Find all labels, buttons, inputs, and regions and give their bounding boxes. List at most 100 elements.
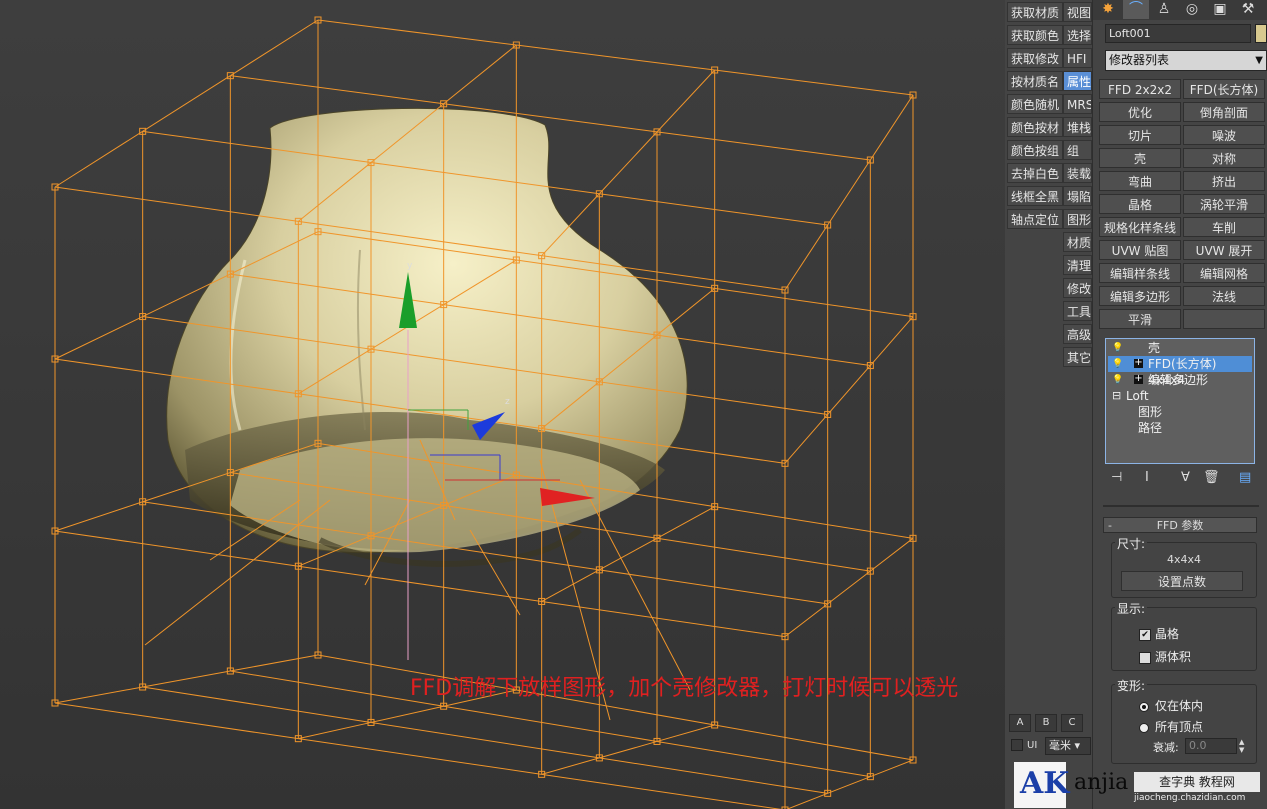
stack-item[interactable]: 💡 + 编辑多边形 <box>1108 372 1252 388</box>
expand-icon[interactable]: + <box>1134 374 1143 384</box>
only-in-volume-radio[interactable]: 仅在体内 <box>1139 697 1203 714</box>
script-button-right[interactable]: 视图 <box>1063 2 1092 22</box>
light-bulb-icon[interactable]: 💡 <box>1112 340 1123 356</box>
stack-item[interactable]: 💡 + FFD(长方体) 4x4x4 <box>1108 356 1252 387</box>
make-unique-icon[interactable]: ∀ <box>1181 470 1190 485</box>
modifier-button[interactable]: UVW 贴图 <box>1099 240 1181 260</box>
lattice-line <box>869 94 914 161</box>
script-button-right[interactable]: 图形 <box>1063 209 1092 229</box>
script-button-left[interactable]: 颜色随机 <box>1007 94 1063 114</box>
light-bulb-icon[interactable]: 💡 <box>1112 356 1123 372</box>
unit-select[interactable]: 毫米 ▾ <box>1045 737 1091 755</box>
script-button-right[interactable]: 清理 <box>1063 255 1092 275</box>
lattice-line <box>656 69 716 133</box>
modify-tab-icon[interactable]: ⌒ <box>1123 0 1149 19</box>
modifier-button[interactable]: 倒角剖面 <box>1183 102 1265 122</box>
light-bulb-icon[interactable]: 💡 <box>1112 372 1123 388</box>
tab-c[interactable]: C <box>1061 714 1083 732</box>
loft-object[interactable] <box>166 107 688 567</box>
ui-checkbox[interactable]: UI <box>1011 739 1037 751</box>
lattice-line <box>230 19 319 77</box>
script-button-left[interactable]: 颜色按组 <box>1007 140 1063 160</box>
tab-b[interactable]: B <box>1035 714 1057 732</box>
script-button-right[interactable]: 装载 <box>1063 163 1092 183</box>
script-button-left[interactable]: 获取材质 <box>1007 2 1063 22</box>
script-button-right[interactable]: 其它 <box>1063 347 1092 367</box>
script-button-left[interactable]: 获取颜色 <box>1007 25 1063 45</box>
tab-a[interactable]: A <box>1009 714 1031 732</box>
rollout-title: FFD 参数 <box>1156 519 1204 532</box>
modifier-stack[interactable]: 💡 壳 💡 + FFD(长方体) 4x4x4 💡 + 编辑多边形 ⊟ Loft 图形 路径 <box>1105 338 1255 464</box>
modifier-button[interactable]: 车削 <box>1183 217 1265 237</box>
ffd-params-rollout-header[interactable]: - FFD 参数 <box>1103 517 1257 533</box>
modifier-button[interactable]: 编辑网格 <box>1183 263 1265 283</box>
modifier-button[interactable]: 晶格 <box>1099 194 1181 214</box>
modifier-button[interactable]: FFD 2x2x2 <box>1099 79 1181 99</box>
stack-item[interactable]: 💡 壳 <box>1108 340 1252 356</box>
script-button-right[interactable]: 修改 <box>1063 278 1092 298</box>
script-button-left[interactable]: 获取修改 <box>1007 48 1063 68</box>
stack-item[interactable]: 图形 <box>1108 404 1252 420</box>
create-tab-icon[interactable]: ✸ <box>1095 0 1121 19</box>
modifier-button[interactable]: 挤出 <box>1183 171 1265 191</box>
lattice-checkbox[interactable]: ✔ 晶格 <box>1139 625 1179 642</box>
source-volume-checkbox[interactable]: 源体积 <box>1139 648 1191 665</box>
modifier-button[interactable]: UVW 展开 <box>1183 240 1265 260</box>
modifier-list-dropdown[interactable]: 修改器列表 ▼ <box>1105 50 1267 71</box>
script-button-right[interactable]: 塌陷 <box>1063 186 1092 206</box>
script-button-right[interactable]: HFI <box>1063 48 1092 68</box>
script-button-right[interactable]: 高级 <box>1063 324 1092 344</box>
collapse-icon[interactable]: ⊟ <box>1112 388 1121 404</box>
script-button-left[interactable]: 线框全黑 <box>1007 186 1063 206</box>
script-button-right[interactable]: 属性 <box>1063 71 1092 91</box>
script-button-left[interactable]: 按材质名 <box>1007 71 1063 91</box>
show-end-result-icon[interactable]: Ⅰ <box>1145 470 1149 485</box>
remove-modifier-icon[interactable]: 🗑 <box>1203 470 1220 485</box>
script-button-right[interactable]: 工具 <box>1063 301 1092 321</box>
script-button-right[interactable]: 组 <box>1063 140 1092 160</box>
object-name-field[interactable]: Loft001 <box>1105 24 1251 43</box>
hierarchy-tab-icon[interactable]: ♙ <box>1151 0 1177 19</box>
modifier-button[interactable]: 规格化样条线 <box>1099 217 1181 237</box>
modifier-button[interactable]: 编辑样条线 <box>1099 263 1181 283</box>
stack-item[interactable]: 路径 <box>1108 420 1252 436</box>
modifier-button[interactable]: 法线 <box>1183 286 1265 306</box>
configure-sets-icon[interactable]: ▤ <box>1239 470 1251 485</box>
falloff-input[interactable]: 0.0 <box>1185 738 1237 754</box>
script-button-left[interactable]: 颜色按材 <box>1007 117 1063 137</box>
lattice-line <box>656 506 715 539</box>
modifier-button[interactable] <box>1183 309 1265 329</box>
motion-tab-icon[interactable]: ◎ <box>1179 0 1205 19</box>
display-tab-icon[interactable]: ▣ <box>1207 0 1233 19</box>
script-button-right[interactable]: 堆栈 <box>1063 117 1092 137</box>
script-button-right[interactable]: 材质 <box>1063 232 1092 252</box>
script-button-left[interactable]: 轴点定位 <box>1007 209 1063 229</box>
modifier-button[interactable]: 弯曲 <box>1099 171 1181 191</box>
modifier-button[interactable]: FFD(长方体) <box>1183 79 1265 99</box>
set-points-button[interactable]: 设置点数 <box>1121 571 1243 591</box>
falloff-spinner[interactable]: ▲ ▼ <box>1239 738 1244 754</box>
modifier-button[interactable]: 对称 <box>1183 148 1265 168</box>
script-button-left[interactable]: 去掉白色 <box>1007 163 1063 183</box>
pin-stack-icon[interactable]: ⊣ <box>1111 470 1122 485</box>
modifier-button[interactable]: 切片 <box>1099 125 1181 145</box>
script-button-right[interactable]: MRS <box>1063 94 1092 114</box>
lattice-line <box>541 600 786 638</box>
expand-icon[interactable]: + <box>1134 358 1143 368</box>
object-color-swatch[interactable] <box>1255 24 1267 43</box>
modifier-button[interactable]: 平滑 <box>1099 309 1181 329</box>
watermark: AK anjia 查字典 教程网 jiaocheng.chazidian.com <box>1014 762 1264 808</box>
modifier-button[interactable]: 涡轮平滑 <box>1183 194 1265 214</box>
all-vertices-radio[interactable]: 所有顶点 <box>1139 718 1203 735</box>
modifier-button[interactable]: 编辑多边形 <box>1099 286 1181 306</box>
stack-item-label: 图形 <box>1138 405 1163 419</box>
stack-item[interactable]: ⊟ Loft <box>1108 388 1252 404</box>
viewport-perspective[interactable]: y z FFD调解下放样图形，加个壳修改器，打灯时候可以透光 <box>0 0 1005 809</box>
modifier-button[interactable]: 壳 <box>1099 148 1181 168</box>
modifier-button[interactable]: 优化 <box>1099 102 1181 122</box>
chevron-down-icon: ▾ <box>1074 739 1081 752</box>
falloff-label: 衰减: <box>1153 741 1179 754</box>
script-button-right[interactable]: 选择 <box>1063 25 1092 45</box>
utilities-tab-icon[interactable]: ⚒ <box>1235 0 1261 19</box>
modifier-button[interactable]: 噪波 <box>1183 125 1265 145</box>
